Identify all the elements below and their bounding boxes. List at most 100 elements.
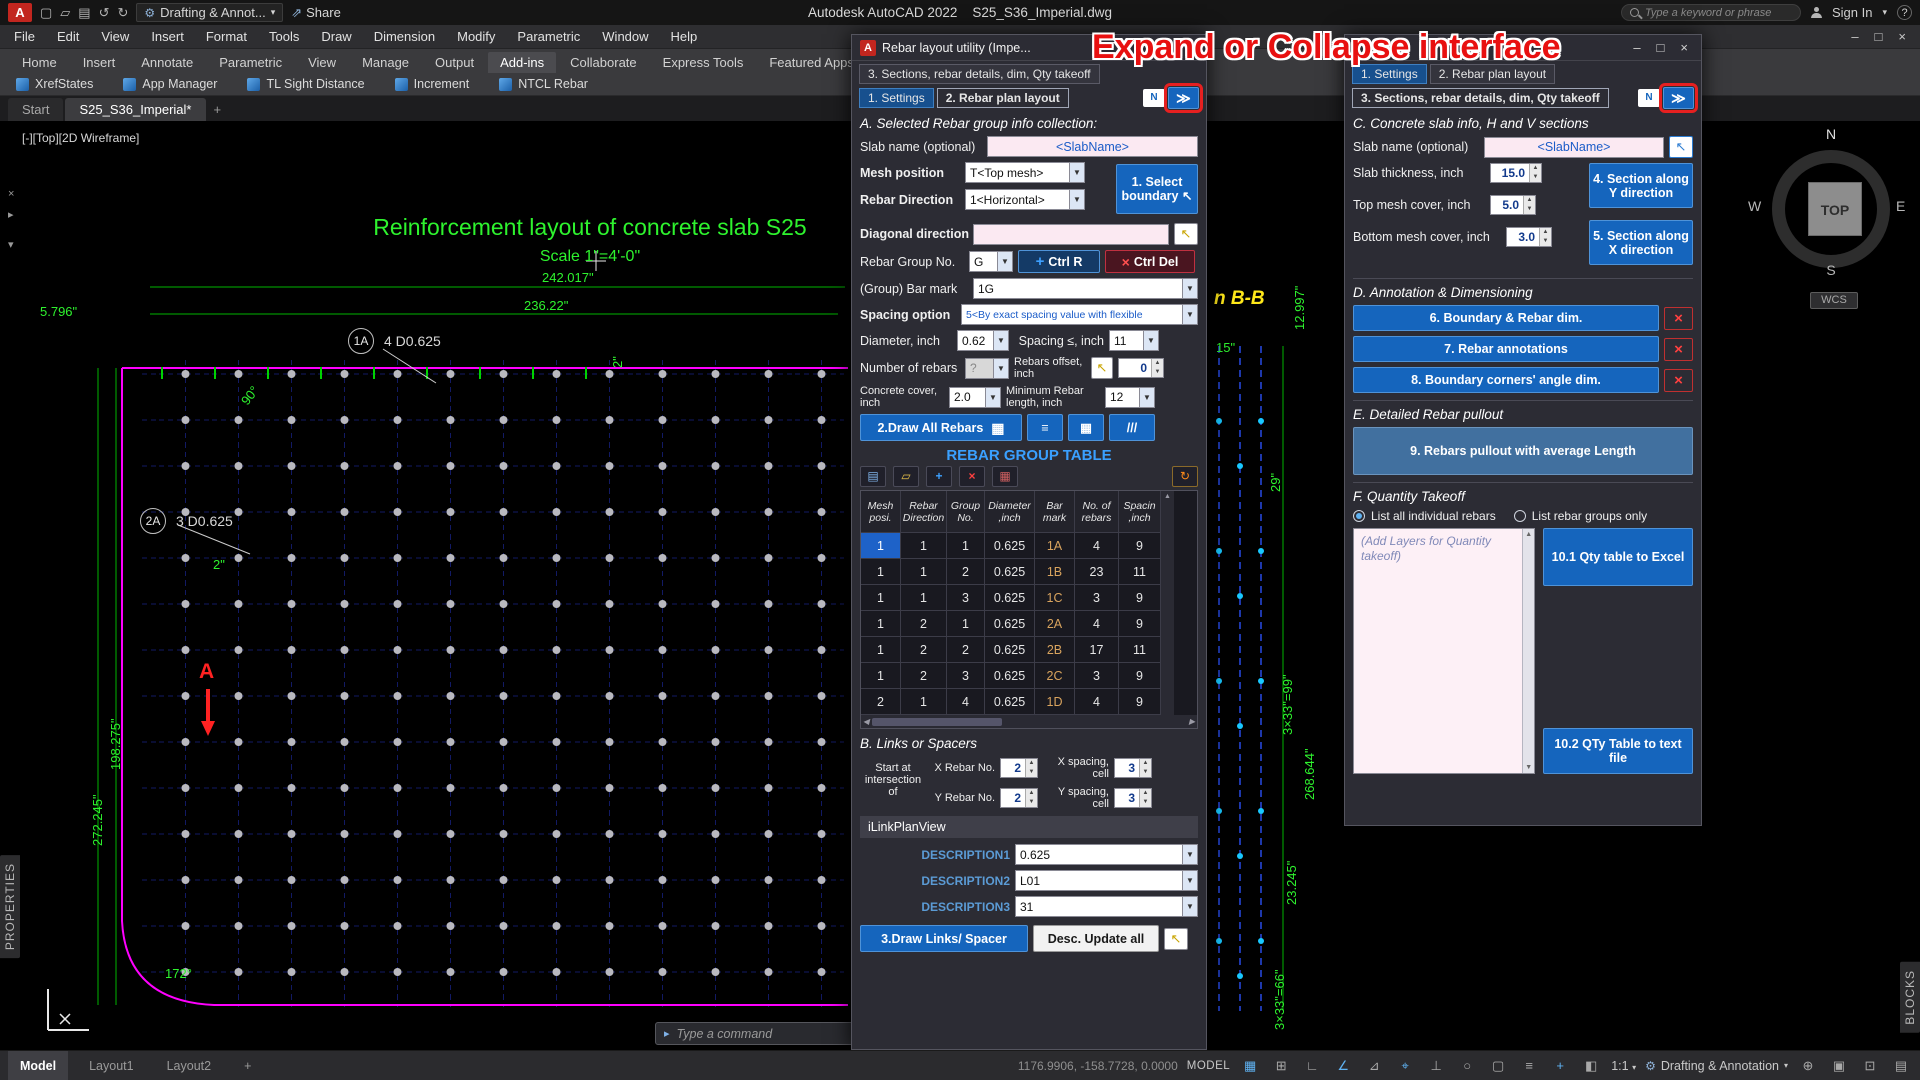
menu-item-dimension[interactable]: Dimension [374, 29, 435, 44]
ribbon-tab-manage[interactable]: Manage [350, 52, 421, 73]
section-y-button[interactable]: 4. Section along Y direction [1589, 163, 1693, 208]
save-table-icon[interactable]: ▤ [860, 466, 886, 487]
addin-xrefstates[interactable]: XrefStates [16, 77, 93, 91]
save-icon[interactable]: ▤ [78, 5, 90, 21]
boundary-rebar-dim-button[interactable]: 6. Boundary & Rebar dim. [1353, 305, 1659, 331]
table-hscrollbar[interactable]: ◀▶ [861, 715, 1197, 728]
file-tab-start[interactable]: Start [8, 98, 63, 121]
add-group-button[interactable]: + Ctrl R [1018, 250, 1100, 273]
annotation-visibility-icon[interactable]: ◧ [1580, 1058, 1602, 1074]
maximize-button[interactable]: □ [1652, 40, 1670, 55]
layout1-tab[interactable]: Layout1 [77, 1051, 145, 1080]
table-row[interactable]: 1 1 2 0.625 1B 23 11 [861, 559, 1197, 585]
menu-item-insert[interactable]: Insert [151, 29, 184, 44]
x-spacing-spinner[interactable]: 3▲▼ [1114, 758, 1152, 778]
close-button[interactable]: × [1675, 40, 1693, 55]
units-icon[interactable]: ▣ [1828, 1058, 1850, 1074]
isodraft-toggle-icon[interactable]: ⊿ [1363, 1058, 1385, 1074]
rebar-table-button[interactable]: ▦ [1068, 414, 1104, 441]
menu-item-file[interactable]: File [14, 29, 35, 44]
list-scrollbar[interactable]: ▲▼ [1522, 529, 1534, 773]
ribbon-tab-parametric[interactable]: Parametric [207, 52, 294, 73]
ribbon-tab-express[interactable]: Express Tools [651, 52, 756, 73]
y-rebar-spinner[interactable]: 2▲▼ [1000, 788, 1038, 808]
grid-toggle-icon[interactable]: ▦ [1239, 1058, 1261, 1074]
menu-item-parametric[interactable]: Parametric [517, 29, 580, 44]
menu-item-edit[interactable]: Edit [57, 29, 79, 44]
x-rebar-spinner[interactable]: 2▲▼ [1000, 758, 1038, 778]
table-row[interactable]: 1 2 2 0.625 2B 17 11 [861, 637, 1197, 663]
delete-corner-dim-button[interactable]: × [1664, 369, 1693, 392]
polar-toggle-icon[interactable]: ∠ [1332, 1058, 1354, 1074]
ortho-toggle-icon[interactable]: ∟ [1301, 1058, 1323, 1073]
delete-boundary-dim-button[interactable]: × [1664, 307, 1693, 330]
pick-offset-button[interactable]: ↖ [1091, 357, 1113, 379]
rebar-list-button[interactable]: ≡ [1027, 414, 1063, 441]
open-icon[interactable]: ▱ [60, 5, 70, 21]
viewcube-west[interactable]: W [1748, 198, 1761, 214]
command-line[interactable]: ▸ Type a command [655, 1022, 883, 1045]
redo-icon[interactable]: ↻ [118, 5, 129, 21]
delete-row-icon[interactable]: × [959, 466, 985, 487]
rebar-bubble-1a[interactable]: 1A [348, 328, 374, 354]
delete-rebar-annotations-button[interactable]: × [1664, 338, 1693, 361]
menu-item-modify[interactable]: Modify [457, 29, 495, 44]
workspace-switcher[interactable]: ⚙ Drafting & Annot... ▾ [136, 3, 283, 22]
chevron-right-icon[interactable]: ▸ [8, 208, 14, 221]
radio-groups-only[interactable] [1514, 510, 1526, 522]
rebar-hatch-button[interactable]: /// [1109, 414, 1155, 441]
table-row[interactable]: 1 1 3 0.625 1C 3 9 [861, 585, 1197, 611]
model-tab[interactable]: Model [8, 1051, 68, 1080]
ribbon-tab-insert[interactable]: Insert [71, 52, 128, 73]
viewcube-east[interactable]: E [1896, 198, 1905, 214]
close-button[interactable]: × [1898, 29, 1906, 44]
pick-slab-button[interactable]: ↖ [1669, 136, 1693, 158]
ribbon-tab-view[interactable]: View [296, 52, 348, 73]
workspace-switcher[interactable]: ⚙ Drafting & Annotation ▾ [1645, 1059, 1788, 1073]
menu-item-view[interactable]: View [101, 29, 129, 44]
description2-select[interactable]: L01▼ [1015, 870, 1198, 891]
menu-item-window[interactable]: Window [602, 29, 648, 44]
dynamic-input-icon[interactable]: + [1549, 1058, 1571, 1073]
rebar-annotations-button[interactable]: 7. Rebar annotations [1353, 336, 1659, 362]
diagonal-direction-field[interactable] [973, 224, 1169, 245]
osnap-toggle-icon[interactable]: ⌖ [1394, 1058, 1416, 1074]
refresh-icon[interactable]: ↻ [1172, 466, 1198, 487]
quantity-layers-list[interactable]: (Add Layers for Quantity takeoff) ▲▼ [1353, 528, 1535, 774]
section-x-button[interactable]: 5. Section along X direction [1589, 220, 1693, 265]
table-row[interactable]: 1 1 1 0.625 1A 4 9 [861, 533, 1197, 559]
viewport-controls[interactable]: [-][Top][2D Wireframe] [22, 131, 139, 145]
snap-toggle-icon[interactable]: ⊞ [1270, 1058, 1292, 1074]
draw-all-rebars-button[interactable]: 2.Draw All Rebars ▦ [860, 414, 1022, 441]
table-row[interactable]: 2 1 4 0.625 1D 4 9 [861, 689, 1197, 715]
table-vscrollbar[interactable]: ▲ [1161, 491, 1174, 533]
help-button[interactable]: ? [1897, 5, 1912, 20]
ribbon-tab-collaborate[interactable]: Collaborate [558, 52, 649, 73]
wcs-selector[interactable]: WCS [1810, 292, 1858, 309]
annotation-monitor-icon[interactable]: ⊕ [1797, 1058, 1819, 1074]
blocks-panel-tab[interactable]: BLOCKS [1900, 962, 1920, 1033]
diameter-select[interactable]: 0.62▼ [957, 330, 1009, 351]
otrack-toggle-icon[interactable]: ⊥ [1425, 1058, 1447, 1074]
ribbon-tab-home[interactable]: Home [10, 52, 69, 73]
pick-links-button[interactable]: ↖ [1164, 928, 1188, 950]
offset-spinner[interactable]: 0 ▲▼ [1118, 358, 1164, 378]
top-cover-spinner[interactable]: 5.0▲▼ [1490, 195, 1536, 215]
new-icon[interactable]: ▢ [40, 5, 52, 21]
viewcube-north[interactable]: N [1772, 126, 1890, 142]
slab-name-field[interactable]: <SlabName> [1484, 137, 1664, 158]
draw-links-button[interactable]: 3.Draw Links/ Spacer [860, 925, 1028, 952]
qty-table-excel-button[interactable]: 10.1 Qty table to Excel [1543, 528, 1693, 586]
chevron-down-icon[interactable]: ▾ [1882, 7, 1887, 18]
radio-all-rebars[interactable] [1353, 510, 1365, 522]
expand-collapse-button[interactable]: ≫ [1663, 87, 1694, 109]
ribbon-tab-output[interactable]: Output [423, 52, 486, 73]
y-spacing-spinner[interactable]: 3▲▼ [1114, 788, 1152, 808]
addin-sight-distance[interactable]: TL Sight Distance [247, 77, 364, 91]
qty-table-text-button[interactable]: 10.2 QTy Table to text file [1543, 728, 1693, 774]
desc-update-button[interactable]: Desc. Update all [1033, 925, 1159, 952]
tab-sections[interactable]: 3. Sections, rebar details, dim, Qty tak… [1352, 88, 1609, 108]
viewcube-south[interactable]: S [1772, 262, 1890, 278]
mesh-position-select[interactable]: T<Top mesh>▼ [965, 162, 1085, 183]
selection-cycling-icon[interactable]: ≡ [1518, 1058, 1540, 1073]
